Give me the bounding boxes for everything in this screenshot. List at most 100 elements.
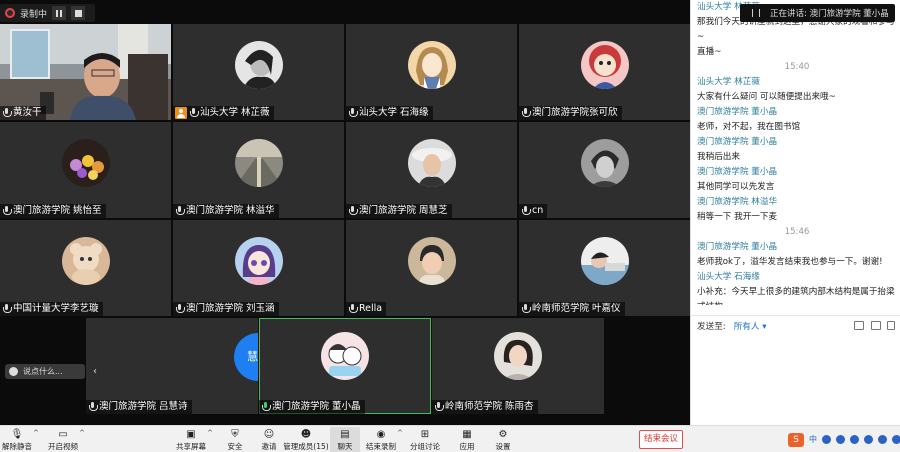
- participant-name: 澳门旅游学院 董小晶: [272, 401, 361, 412]
- screenshot-icon[interactable]: [887, 321, 895, 330]
- toolbar-caret-icon[interactable]: ^: [397, 429, 403, 437]
- toolbar-button-2[interactable]: ▣ 共享屏幕 ^: [176, 427, 213, 452]
- toolbar-button-label: 安全: [227, 442, 243, 451]
- participant-tile[interactable]: 澳门旅游学院 周慧芝: [346, 122, 517, 218]
- mic-muted-icon: [521, 108, 531, 118]
- toolbar-button-4[interactable]: ☺ 邀请: [254, 427, 284, 452]
- chat-sender: 澳门旅游学院 董小晶: [697, 107, 778, 117]
- share-screen-icon: ▣: [186, 429, 196, 440]
- invite-icon: ☺: [263, 429, 275, 440]
- chat-icon: ▤: [340, 429, 350, 440]
- toolbar-button-9[interactable]: ▦ 应用: [452, 427, 482, 452]
- keyboard-icon[interactable]: [864, 435, 873, 444]
- toolbar-button-0[interactable]: 🎙 解除静音 ^: [2, 427, 39, 452]
- chat-sender: 澳门旅游学院 董小晶: [697, 167, 778, 177]
- participant-tile[interactable]: 岭南师范学院 陈雨杏: [432, 318, 604, 414]
- host-badge-icon: [175, 107, 187, 119]
- participant-namebar: 澳门旅游学院 林溢华: [173, 204, 279, 218]
- avatar: [407, 41, 456, 89]
- participant-namebar: 汕头大学 林芷薇: [173, 106, 274, 120]
- toolbar-button-label: 解除静音: [2, 442, 32, 451]
- punctuation-icon[interactable]: [822, 435, 831, 444]
- chat-timestamp: 15:46: [784, 227, 810, 237]
- participant-namebar: 中国计量大学李艺璇: [0, 302, 103, 316]
- participant-tile[interactable]: 中国计量大学李艺璇: [0, 220, 171, 316]
- participant-namebar: 汕头大学 石海缘: [346, 106, 433, 120]
- toolbar-button-7[interactable]: ◉ 结束录制 ^: [366, 427, 403, 452]
- participant-tile[interactable]: 慧诗 澳门旅游学院 吕慧诗: [86, 318, 258, 414]
- participant-tile[interactable]: Rella: [346, 220, 517, 316]
- chat-sender: 汕头大学 林芷薇: [697, 77, 760, 87]
- toolbar-button-5[interactable]: ☻ 管理成员(15): [283, 427, 328, 452]
- toolbar-caret-icon[interactable]: ^: [207, 429, 213, 437]
- participant-name: 澳门旅游学院张可欣: [532, 107, 618, 118]
- video-gallery: 录制中 黄汝干 汕头大学 林芷薇 汕头大学 石海缘 澳门旅游学院张可欣 澳门旅游…: [0, 0, 690, 425]
- pause-icon: [56, 9, 63, 17]
- chat-log[interactable]: 汕头大学 林芷薇 那我们今天的讲座就到这里，感谢大家的观看和参与~ 直播~ 15:40…: [697, 0, 897, 305]
- chat-message: 稍等一下 我开一下麦: [697, 212, 778, 222]
- participant-tile[interactable]: 岭南师范学院 叶嘉仪: [519, 220, 690, 316]
- toolbar-button-label: 结束录制: [366, 442, 396, 451]
- avatar: [321, 332, 369, 380]
- chat-bubble-icon: [9, 367, 18, 376]
- quick-chat-input[interactable]: 说点什么... ‹: [5, 364, 97, 379]
- mic-muted-icon: 🎙: [10, 429, 24, 440]
- pause-recording-button[interactable]: [52, 6, 67, 20]
- avatar: [61, 237, 110, 285]
- file-icon[interactable]: [854, 321, 864, 330]
- stop-recording-button[interactable]: [71, 6, 86, 20]
- participant-tile[interactable]: 澳门旅游学院 姚怡至: [0, 122, 171, 218]
- mic-muted-icon: [434, 402, 444, 412]
- apps-icon: ▦: [462, 429, 472, 440]
- avatar: [234, 139, 283, 187]
- ime-icon[interactable]: S: [788, 432, 804, 447]
- toolbar-button-3[interactable]: ⛨ 安全: [220, 427, 250, 452]
- participant-tile[interactable]: 澳门旅游学院 林溢华: [173, 122, 344, 218]
- members-icon: ☻: [300, 429, 312, 440]
- participant-tile[interactable]: cn: [519, 122, 690, 218]
- chat-timestamp: 15:40: [784, 62, 810, 72]
- chat-message: 其他同学可以先发言: [697, 182, 775, 192]
- avatar: [234, 237, 283, 285]
- participant-name: cn: [532, 205, 544, 216]
- participant-tile[interactable]: 澳门旅游学院 刘玉涵: [173, 220, 344, 316]
- avatar: [580, 237, 629, 285]
- record-icon: ◉: [376, 429, 386, 440]
- stop-icon: [74, 9, 82, 17]
- chat-message: 老师，对不起，我在图书馆: [697, 122, 801, 132]
- participant-tile-active-speaker[interactable]: 澳门旅游学院 董小晶: [259, 318, 431, 414]
- toolbar-caret-icon[interactable]: ^: [79, 429, 85, 437]
- image-icon[interactable]: [871, 321, 881, 330]
- participant-tile[interactable]: 汕头大学 林芷薇: [173, 24, 344, 120]
- ime-mode[interactable]: 中: [809, 434, 817, 445]
- emoji-icon[interactable]: [836, 435, 845, 444]
- participant-name: 中国计量大学李艺璇: [13, 303, 99, 314]
- participant-tile[interactable]: 澳门旅游学院张可欣: [519, 24, 690, 120]
- toolbar-caret-icon[interactable]: ^: [33, 429, 39, 437]
- send-to-dropdown[interactable]: 所有人 ▾: [734, 320, 767, 332]
- skin-icon[interactable]: [878, 435, 887, 444]
- end-meeting-button[interactable]: 结束会议: [639, 430, 683, 449]
- chat-panel: 汕头大学 林芷薇 那我们今天的讲座就到这里，感谢大家的观看和参与~ 直播~ 15:40…: [690, 0, 900, 425]
- toolbox-icon[interactable]: [892, 435, 900, 444]
- collapse-arrow-icon[interactable]: ‹: [89, 364, 101, 379]
- toolbar-button-8[interactable]: ⊞ 分组讨论: [410, 427, 440, 452]
- chat-footer: 发送至: 所有人 ▾: [691, 315, 900, 335]
- mic-muted-icon: [521, 304, 531, 314]
- participant-namebar: 澳门旅游学院张可欣: [519, 106, 622, 120]
- participant-namebar: 澳门旅游学院 刘玉涵: [173, 302, 279, 316]
- participant-tile[interactable]: 汕头大学 石海缘: [346, 24, 517, 120]
- participant-namebar: 岭南师范学院 叶嘉仪: [519, 302, 625, 316]
- toolbar-button-1[interactable]: ▭ 开启视频 ^: [48, 427, 85, 452]
- voice-input-icon[interactable]: [850, 435, 859, 444]
- participant-namebar: Rella: [346, 302, 387, 316]
- speaking-indicator: 正在讲话: 澳门旅游学院 董小晶: [740, 4, 895, 22]
- toolbar-button-10[interactable]: ⚙ 设置: [488, 427, 518, 452]
- toolbar-button-6[interactable]: ▤ 聊天: [330, 427, 360, 452]
- quick-chat-placeholder: 说点什么...: [23, 367, 63, 376]
- speaking-icon: [752, 9, 760, 17]
- participant-grid-bottom-row: 慧诗 澳门旅游学院 吕慧诗 澳门旅游学院 董小晶 岭南师范学院 陈雨杏: [86, 318, 606, 414]
- mic-muted-icon: [2, 206, 12, 216]
- toolbar-button-label: 应用: [459, 442, 475, 451]
- participant-tile[interactable]: 黄汝干: [0, 24, 171, 120]
